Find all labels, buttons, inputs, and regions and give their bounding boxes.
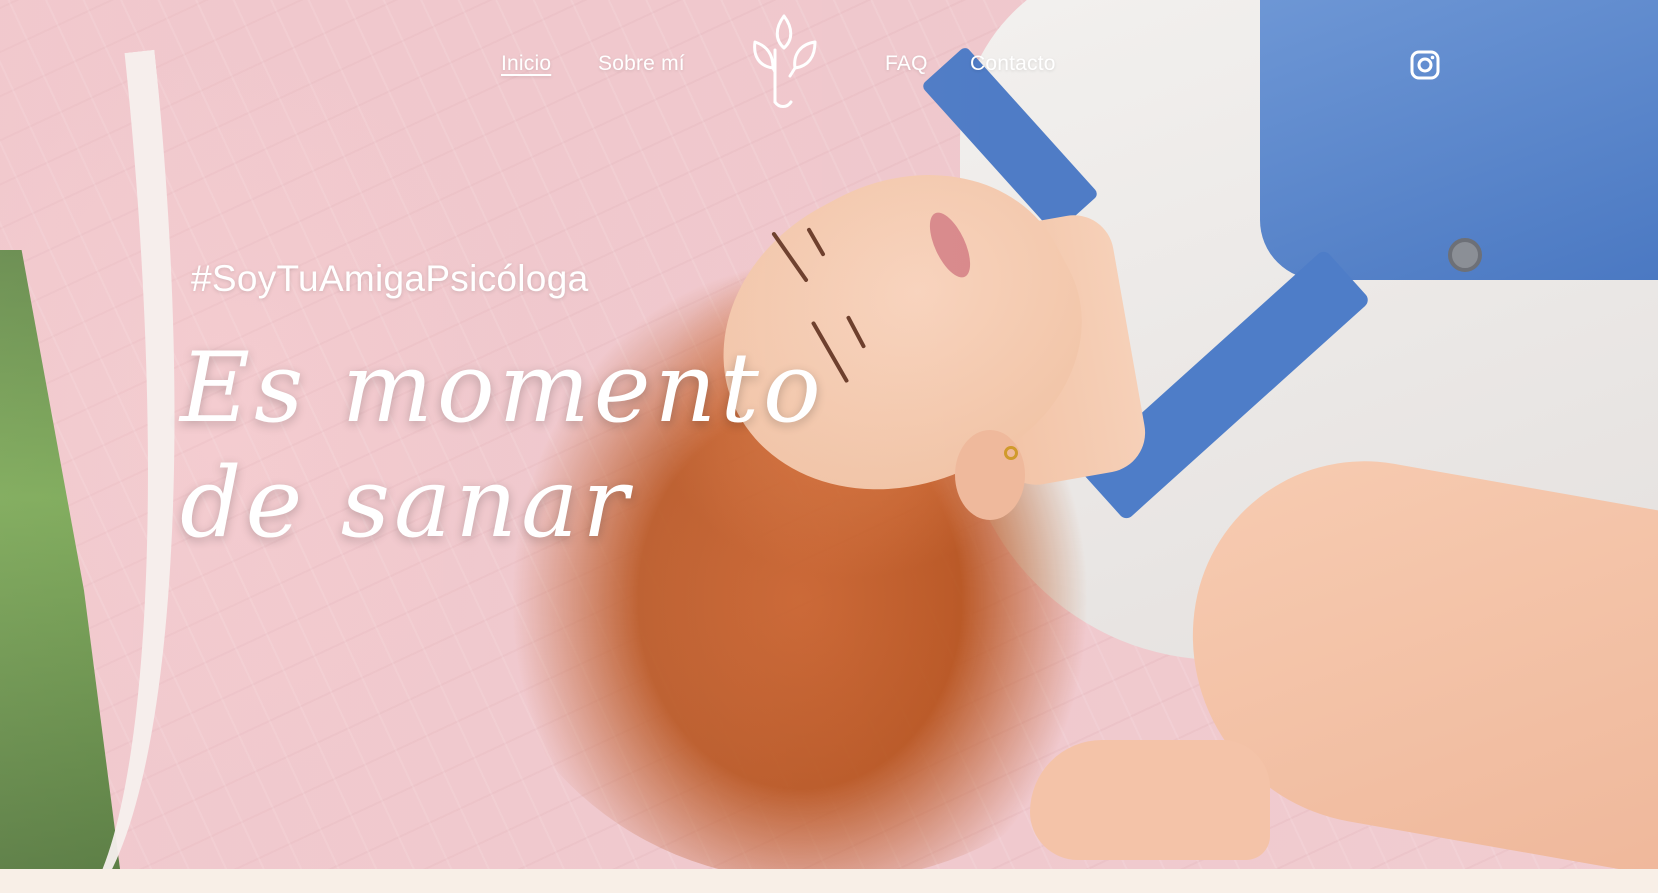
section-divider: [0, 869, 1658, 893]
nav-link-inicio[interactable]: Inicio: [501, 52, 551, 76]
hero-headline-line1: Es momento: [180, 332, 825, 444]
hero-headline-line2: de sanar: [180, 447, 633, 559]
plant-sprout-icon[interactable]: [745, 12, 823, 112]
instagram-icon[interactable]: [1410, 50, 1440, 80]
hero-section: Inicio Sobre mí FAQ Contacto #SoyTuAmiga…: [0, 0, 1658, 869]
nav-link-faq[interactable]: FAQ: [885, 52, 928, 76]
nav-link-sobre-mi[interactable]: Sobre mí: [598, 52, 685, 76]
hero-hashtag: #SoyTuAmigaPsicóloga: [191, 258, 589, 299]
nav-link-contacto[interactable]: Contacto: [970, 52, 1056, 76]
